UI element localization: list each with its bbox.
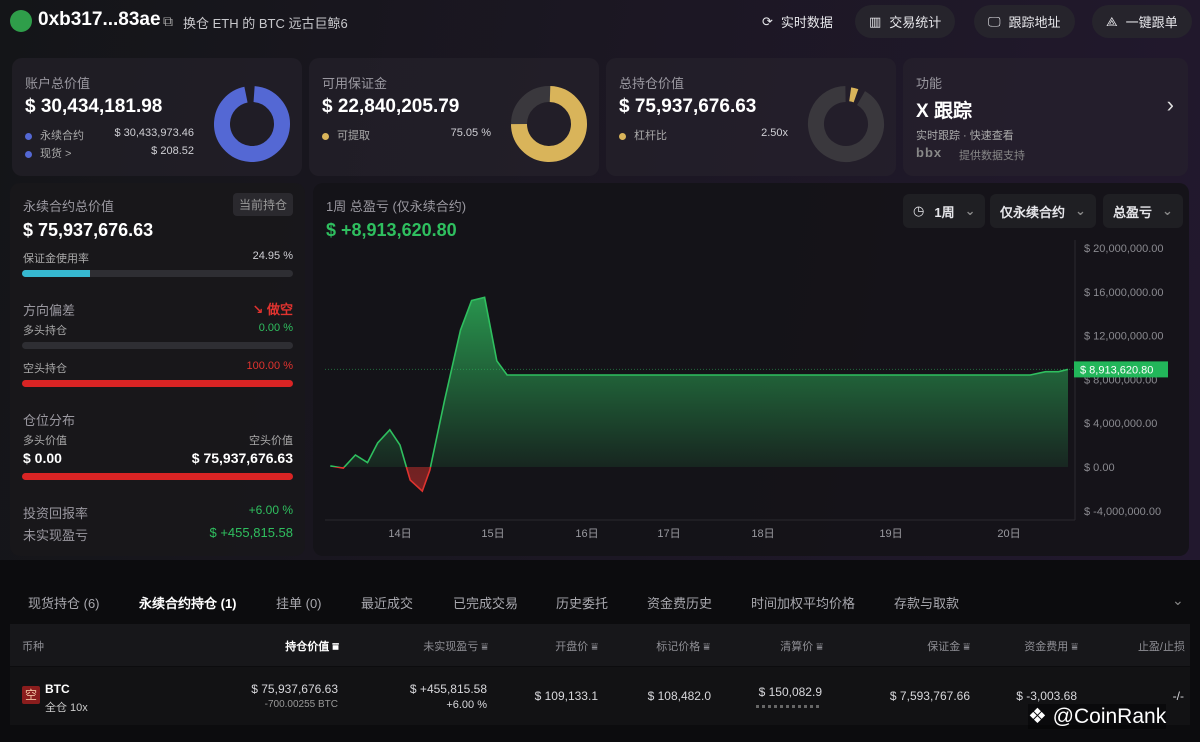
table-header: [10, 624, 1190, 666]
x-tick-label: 16日: [575, 528, 598, 540]
coinrank-logo-icon: ❖: [1028, 705, 1053, 728]
tab-5[interactable]: 历史委托: [556, 593, 608, 612]
row-margin: $ 7,593,767.66: [889, 689, 970, 703]
coin-name: BTC: [45, 682, 70, 696]
margin-mode: 全仓 10x: [45, 702, 88, 714]
row-upnl: $ +455,815.58: [409, 682, 487, 696]
column-header[interactable]: 保证金 ⩸: [927, 638, 970, 654]
y-tick-label: $ -4,000,000.00: [1084, 506, 1161, 518]
entry-price: $ 109,133.1: [534, 689, 598, 703]
current-value-label: $ 8,913,620.80: [1080, 364, 1153, 376]
column-header[interactable]: 止盈/止损: [1138, 638, 1185, 654]
x-tick-label: 20日: [997, 528, 1020, 540]
column-header[interactable]: 未实现盈亏 ⩸: [423, 638, 488, 654]
column-header[interactable]: 标记价格 ⩸: [656, 638, 710, 654]
funding-fee: $ -3,003.68: [1016, 689, 1077, 703]
y-tick-label: $ 0.00: [1084, 462, 1115, 474]
x-tick-label: 14日: [388, 528, 411, 540]
column-header[interactable]: 开盘价 ⩸: [555, 638, 598, 654]
tab-8[interactable]: 存款与取款: [894, 593, 959, 612]
tab-0[interactable]: 现货持仓 (6): [28, 593, 100, 612]
short-side-badge: 空: [22, 686, 40, 704]
x-tick-label: 19日: [879, 528, 902, 540]
y-tick-label: $ 16,000,000.00: [1084, 287, 1164, 299]
position-size: -700.00255 BTC: [264, 699, 338, 710]
column-header[interactable]: 持仓价值 ⩸: [285, 638, 339, 654]
x-tick-label: 15日: [481, 528, 504, 540]
tab-3[interactable]: 最近成交: [361, 593, 413, 612]
x-tick-label: 18日: [751, 528, 774, 540]
y-tick-label: $ 12,000,000.00: [1084, 331, 1164, 343]
pnl-area-positive: [330, 297, 1068, 467]
column-header[interactable]: 清算价 ⩸: [780, 638, 823, 654]
tab-1[interactable]: 永续合约持仓 (1): [139, 593, 237, 612]
x-tick-label: 17日: [657, 528, 680, 540]
tab-2[interactable]: 挂单 (0): [276, 593, 322, 612]
y-tick-label: $ 4,000,000.00: [1084, 418, 1157, 430]
chevron-down-icon[interactable]: ⌄: [1172, 592, 1184, 609]
column-header[interactable]: 资金费用 ⩸: [1024, 638, 1078, 654]
tp-sl[interactable]: -/-: [1173, 689, 1184, 703]
coinrank-watermark: ❖ @CoinRank: [1028, 704, 1167, 729]
tab-4[interactable]: 已完成交易: [453, 593, 518, 612]
liquidation-price: $ 150,082.9: [758, 685, 822, 699]
table-row[interactable]: [10, 667, 1190, 725]
y-tick-label: $ 20,000,000.00: [1084, 243, 1164, 255]
tab-6[interactable]: 资金费历史: [647, 593, 712, 612]
tab-7[interactable]: 时间加权平均价格: [751, 593, 855, 612]
column-header[interactable]: 币种: [22, 638, 44, 654]
row-upnl-pct: +6.00 %: [446, 699, 487, 711]
position-value: $ 75,937,676.63: [251, 682, 338, 696]
liquidation-distance-bar: [756, 705, 822, 708]
mark-price: $ 108,482.0: [647, 689, 711, 703]
pnl-chart: $ 20,000,000.00 $ 16,000,000.00 $ 12,000,0…: [325, 240, 1168, 540]
